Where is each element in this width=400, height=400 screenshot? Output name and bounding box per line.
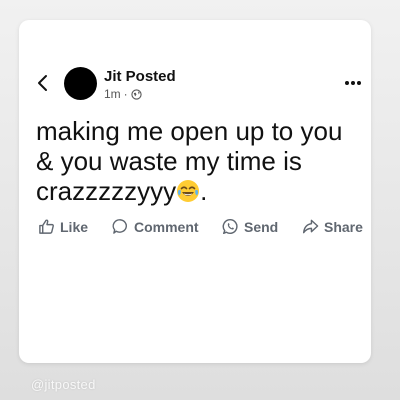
back-chevron-icon[interactable] <box>36 74 50 92</box>
author-name[interactable]: Jit Posted <box>104 68 176 85</box>
more-options-icon[interactable] <box>344 80 362 86</box>
post-text-line: making me open up to you <box>36 116 343 146</box>
post-text-line: crazzzzzyyy <box>36 176 177 206</box>
post-text-line-last: crazzzzzyyy . <box>36 176 366 206</box>
post-meta: 1m · <box>104 87 142 101</box>
whatsapp-icon <box>222 218 238 235</box>
comment-button[interactable]: Comment <box>112 218 199 235</box>
post-time: 1m <box>104 87 121 101</box>
post-text-period: . <box>200 176 208 206</box>
post-text: making me open up to you & you waste my … <box>36 116 366 206</box>
watermark: @jitposted <box>31 377 96 392</box>
share-arrow-icon <box>302 219 319 234</box>
comment-icon <box>112 219 128 234</box>
send-label: Send <box>244 218 279 235</box>
like-button[interactable]: Like <box>38 218 88 235</box>
comment-label: Comment <box>134 218 199 235</box>
action-bar: Like Comment Send Share <box>0 218 400 238</box>
post-text-line: & you waste my time is <box>36 146 302 176</box>
globe-icon <box>131 88 142 100</box>
avatar[interactable] <box>64 67 97 100</box>
share-label: Share <box>324 218 363 235</box>
share-button[interactable]: Share <box>302 218 363 235</box>
send-button[interactable]: Send <box>222 218 278 235</box>
like-label: Like <box>60 218 89 235</box>
meta-separator: · <box>123 87 128 101</box>
tears-of-joy-emoji-icon <box>177 180 200 202</box>
thumbs-up-icon <box>39 219 54 234</box>
